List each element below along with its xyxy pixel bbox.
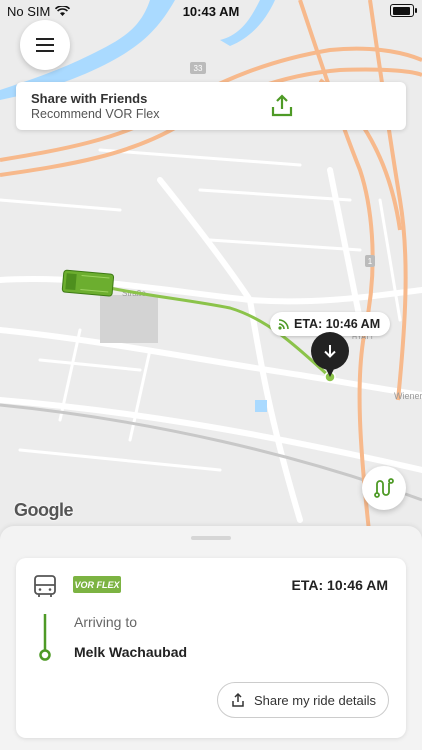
share-upload-icon[interactable] xyxy=(268,92,296,120)
share-ride-label: Share my ride details xyxy=(253,692,377,708)
arrow-down-icon xyxy=(324,345,336,358)
map-eta-text: ETA: 10:46 AM xyxy=(294,317,381,331)
share-card-subtitle: Recommend VOR Flex xyxy=(31,107,160,121)
bus-icon xyxy=(34,575,56,597)
road-shield-33: 33 xyxy=(194,64,203,73)
battery-icon xyxy=(390,4,417,17)
vehicle-marker xyxy=(61,269,115,297)
ride-eta: ETA: 10:46 AM xyxy=(291,577,388,593)
destination-name: Melk Wachaubad xyxy=(74,644,188,660)
status-time: 10:43 AM xyxy=(182,4,240,19)
route-icon xyxy=(374,478,394,498)
ride-details-card: VOR FLEX ETA: 10:46 AM Arriving to Melk … xyxy=(16,558,406,738)
share-with-friends-card[interactable]: Share with Friends Recommend VOR Flex xyxy=(16,82,406,130)
street-label-wiener: Wiener xyxy=(394,391,422,401)
map-view[interactable]: 33 1 Straße Wiener HYATT xyxy=(0,0,422,540)
hamburger-icon xyxy=(36,38,54,52)
share-card-title: Share with Friends xyxy=(31,91,148,106)
route-overview-button[interactable] xyxy=(362,466,406,510)
status-bar: No SIM 10:43 AM xyxy=(0,0,422,22)
menu-button[interactable] xyxy=(20,20,70,70)
google-logo: Google xyxy=(14,500,74,520)
map-canvas: 33 1 Straße Wiener HYATT xyxy=(0,0,422,540)
destination-pin[interactable] xyxy=(311,332,349,377)
bottom-sheet[interactable]: VOR FLEX ETA: 10:46 AM Arriving to Melk … xyxy=(0,526,422,750)
road-shield-1: 1 xyxy=(368,257,373,266)
sheet-drag-handle[interactable] xyxy=(191,536,231,540)
live-signal-icon xyxy=(278,319,289,330)
share-icon xyxy=(232,692,244,707)
share-ride-button[interactable]: Share my ride details xyxy=(217,682,389,718)
vor-flex-logo: VOR FLEX xyxy=(73,576,121,593)
arriving-label: Arriving to xyxy=(74,614,138,630)
trip-timeline-icon xyxy=(39,614,51,661)
